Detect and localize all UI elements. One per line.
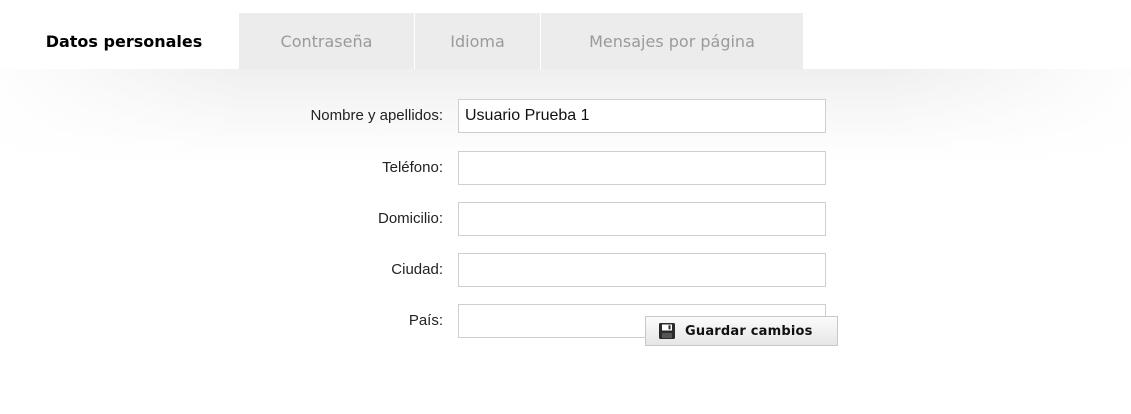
form-row-ciudad: Ciudad: <box>0 253 1131 287</box>
pais-label: País: <box>408 312 443 329</box>
form-row-nombre: Nombre y apellidos: <box>0 99 1131 133</box>
domicilio-input[interactable] <box>458 202 826 236</box>
personal-data-panel: Nombre y apellidos: Teléfono: Domicilio:… <box>0 69 1131 414</box>
nombre-input[interactable] <box>458 99 826 133</box>
tab-datos-personales[interactable]: Datos personales <box>10 13 239 69</box>
domicilio-label: Domicilio: <box>377 210 443 227</box>
tab-idioma[interactable]: Idioma <box>415 13 541 69</box>
save-changes-button[interactable]: Guardar cambios <box>645 316 838 346</box>
form-row-pais: País: <box>0 304 1131 338</box>
telefono-label: Teléfono: <box>382 159 443 176</box>
form-row-telefono: Teléfono: <box>0 151 1131 185</box>
nombre-label: Nombre y apellidos: <box>310 107 443 124</box>
form-row-domicilio: Domicilio: <box>0 202 1131 236</box>
floppy-disk-icon <box>658 322 676 340</box>
ciudad-label: Ciudad: <box>391 261 443 278</box>
tab-bar: Datos personales Contraseña Idioma Mensa… <box>10 13 804 69</box>
tab-mensajes-por-pagina[interactable]: Mensajes por página <box>541 13 804 69</box>
ciudad-input[interactable] <box>458 253 826 287</box>
telefono-input[interactable] <box>458 151 826 185</box>
settings-page: Datos personales Contraseña Idioma Mensa… <box>0 0 1131 414</box>
save-changes-label: Guardar cambios <box>685 323 813 339</box>
tab-contrasena[interactable]: Contraseña <box>239 13 415 69</box>
